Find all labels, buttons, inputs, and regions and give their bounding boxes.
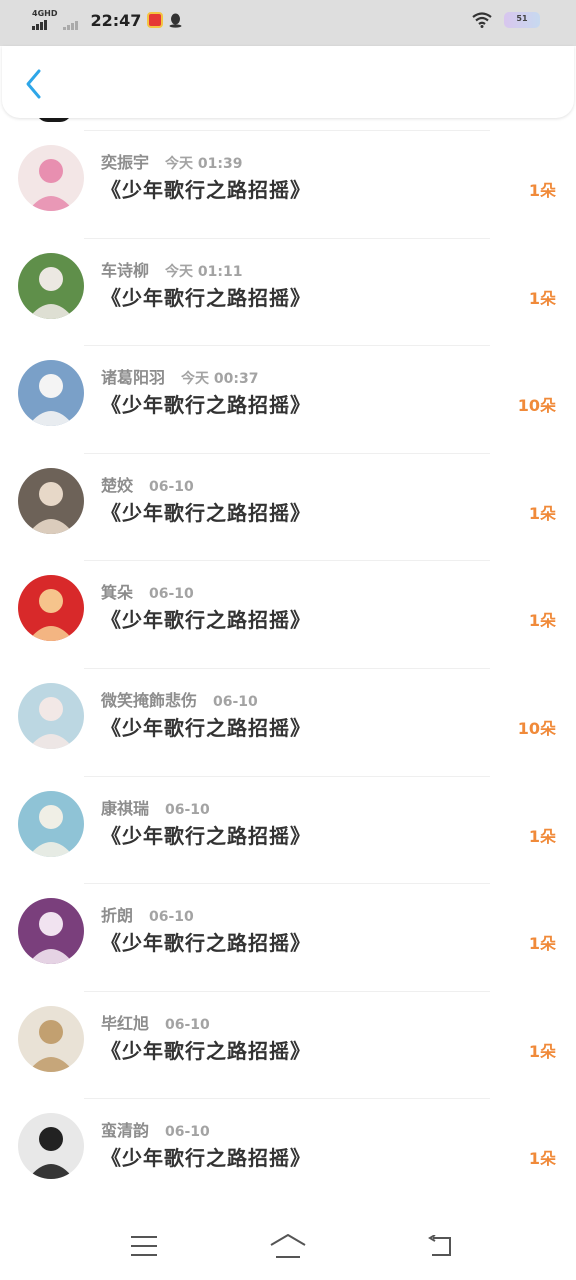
flower-count: 1朵 (528, 1042, 556, 1061)
item-meta: 折朗 06-10 (101, 902, 194, 926)
avatar[interactable] (18, 145, 84, 211)
timestamp: 06-10 (165, 802, 210, 818)
book-title[interactable]: 《少年歌行之路招摇》 (101, 174, 311, 203)
list-item[interactable]: 奕振宇 今天 01:39 《少年歌行之路招摇》 1朵 (0, 118, 576, 219)
timestamp: 06-10 (149, 909, 194, 925)
item-meta: 诸葛阳羽 今天 00:37 (101, 364, 258, 388)
avatar[interactable] (18, 1113, 84, 1179)
item-meta: 箕朵 06-10 (101, 579, 194, 603)
back-button[interactable] (16, 66, 52, 102)
avatar[interactable] (18, 253, 84, 319)
status-bar: 4GHD 22:47 51 (0, 0, 576, 46)
list-item[interactable]: 微笑掩飾悲伤 06-10 《少年歌行之路招摇》 10朵 (0, 650, 576, 757)
gift-list: 奕振宇 今天 01:39 《少年歌行之路招摇》 1朵 车诗柳 今天 01:11 《少年歌行之… (0, 118, 576, 1210)
nav-menu-button[interactable] (124, 1228, 164, 1264)
book-title[interactable]: 《少年歌行之路招摇》 (101, 1142, 311, 1171)
flower-count: 10朵 (517, 719, 556, 738)
wifi-icon (472, 12, 492, 28)
book-title[interactable]: 《少年歌行之路招摇》 (101, 927, 311, 956)
avatar[interactable] (18, 575, 84, 641)
flower-count: 1朵 (528, 504, 556, 523)
user-name[interactable]: 奕振宇 (101, 149, 149, 173)
user-name[interactable]: 蛮清韵 (101, 1117, 149, 1141)
header (2, 46, 574, 118)
flower-count: 1朵 (528, 827, 556, 846)
battery-icon: 51 (504, 12, 540, 28)
status-right: 51 (472, 12, 540, 28)
book-title[interactable]: 《少年歌行之路招摇》 (101, 389, 311, 418)
avatar[interactable] (18, 791, 84, 857)
book-title[interactable]: 《少年歌行之路招摇》 (101, 604, 311, 633)
user-name[interactable]: 诸葛阳羽 (101, 364, 165, 388)
user-name[interactable]: 箕朵 (101, 579, 133, 603)
book-title[interactable]: 《少年歌行之路招摇》 (101, 1035, 311, 1064)
timestamp: 06-10 (165, 1124, 210, 1140)
book-title[interactable]: 《少年歌行之路招摇》 (101, 282, 311, 311)
flower-count: 1朵 (528, 289, 556, 308)
nav-back-button[interactable] (418, 1228, 458, 1264)
user-name[interactable]: 微笑掩飾悲伤 (101, 687, 197, 711)
item-meta: 蛮清韵 06-10 (101, 1117, 210, 1141)
timestamp: 今天 01:39 (165, 156, 243, 172)
list-item[interactable]: 康祺瑞 06-10 《少年歌行之路招摇》 1朵 (0, 758, 576, 865)
item-meta: 楚姣 06-10 (101, 472, 194, 496)
list-item[interactable]: 诸葛阳羽 今天 00:37 《少年歌行之路招摇》 10朵 (0, 327, 576, 434)
clock: 22:47 (90, 10, 142, 30)
system-nav-bar (0, 1210, 576, 1280)
item-meta: 奕振宇 今天 01:39 (101, 149, 242, 173)
network-type: 4GHD (32, 9, 58, 18)
flower-count: 1朵 (528, 1149, 556, 1168)
avatar[interactable] (18, 1006, 84, 1072)
flower-count: 10朵 (517, 396, 556, 415)
list-item[interactable]: 箕朵 06-10 《少年歌行之路招摇》 1朵 (0, 542, 576, 649)
timestamp: 06-10 (213, 694, 258, 710)
flower-count: 1朵 (528, 611, 556, 630)
signal-icon (32, 18, 47, 30)
chevron-left-icon (26, 69, 41, 99)
avatar[interactable] (18, 898, 84, 964)
nav-home-button[interactable] (268, 1228, 308, 1264)
timestamp: 06-10 (149, 479, 194, 495)
avatar[interactable] (18, 468, 84, 534)
user-name[interactable]: 毕红旭 (101, 1010, 149, 1034)
timestamp: 今天 01:11 (165, 264, 243, 280)
flower-count: 1朵 (528, 181, 556, 200)
book-title[interactable]: 《少年歌行之路招摇》 (101, 497, 311, 526)
list-item[interactable]: 折朗 06-10 《少年歌行之路招摇》 1朵 (0, 865, 576, 972)
menu-icon (131, 1236, 157, 1256)
book-title[interactable]: 《少年歌行之路招摇》 (101, 712, 311, 741)
list-item[interactable]: 车诗柳 今天 01:11 《少年歌行之路招摇》 1朵 (0, 220, 576, 327)
timestamp: 06-10 (149, 586, 194, 602)
item-meta: 车诗柳 今天 01:11 (101, 257, 242, 281)
signal-2-icon (63, 18, 79, 30)
item-meta: 毕红旭 06-10 (101, 1010, 210, 1034)
user-name[interactable]: 楚姣 (101, 472, 133, 496)
qq-icon (169, 13, 182, 28)
user-name[interactable]: 车诗柳 (101, 257, 149, 281)
battery-level: 51 (516, 14, 528, 23)
timestamp: 今天 00:37 (181, 371, 259, 387)
avatar[interactable] (18, 683, 84, 749)
flower-count: 1朵 (528, 934, 556, 953)
list-item[interactable]: 楚姣 06-10 《少年歌行之路招摇》 1朵 (0, 435, 576, 542)
user-name[interactable]: 康祺瑞 (101, 795, 149, 819)
book-title[interactable]: 《少年歌行之路招摇》 (101, 820, 311, 849)
item-meta: 康祺瑞 06-10 (101, 795, 210, 819)
network-indicator: 4GHD (32, 10, 57, 30)
home-icon (270, 1234, 306, 1258)
avatar[interactable] (18, 360, 84, 426)
status-left: 4GHD 22:47 (32, 10, 182, 30)
return-icon (428, 1235, 451, 1256)
list-item[interactable]: 毕红旭 06-10 《少年歌行之路招摇》 1朵 (0, 973, 576, 1080)
app-notification-icon (147, 12, 164, 28)
list-item[interactable]: 蛮清韵 06-10 《少年歌行之路招摇》 1朵 (0, 1080, 576, 1187)
user-name[interactable]: 折朗 (101, 902, 133, 926)
item-meta: 微笑掩飾悲伤 06-10 (101, 687, 258, 711)
timestamp: 06-10 (165, 1017, 210, 1033)
